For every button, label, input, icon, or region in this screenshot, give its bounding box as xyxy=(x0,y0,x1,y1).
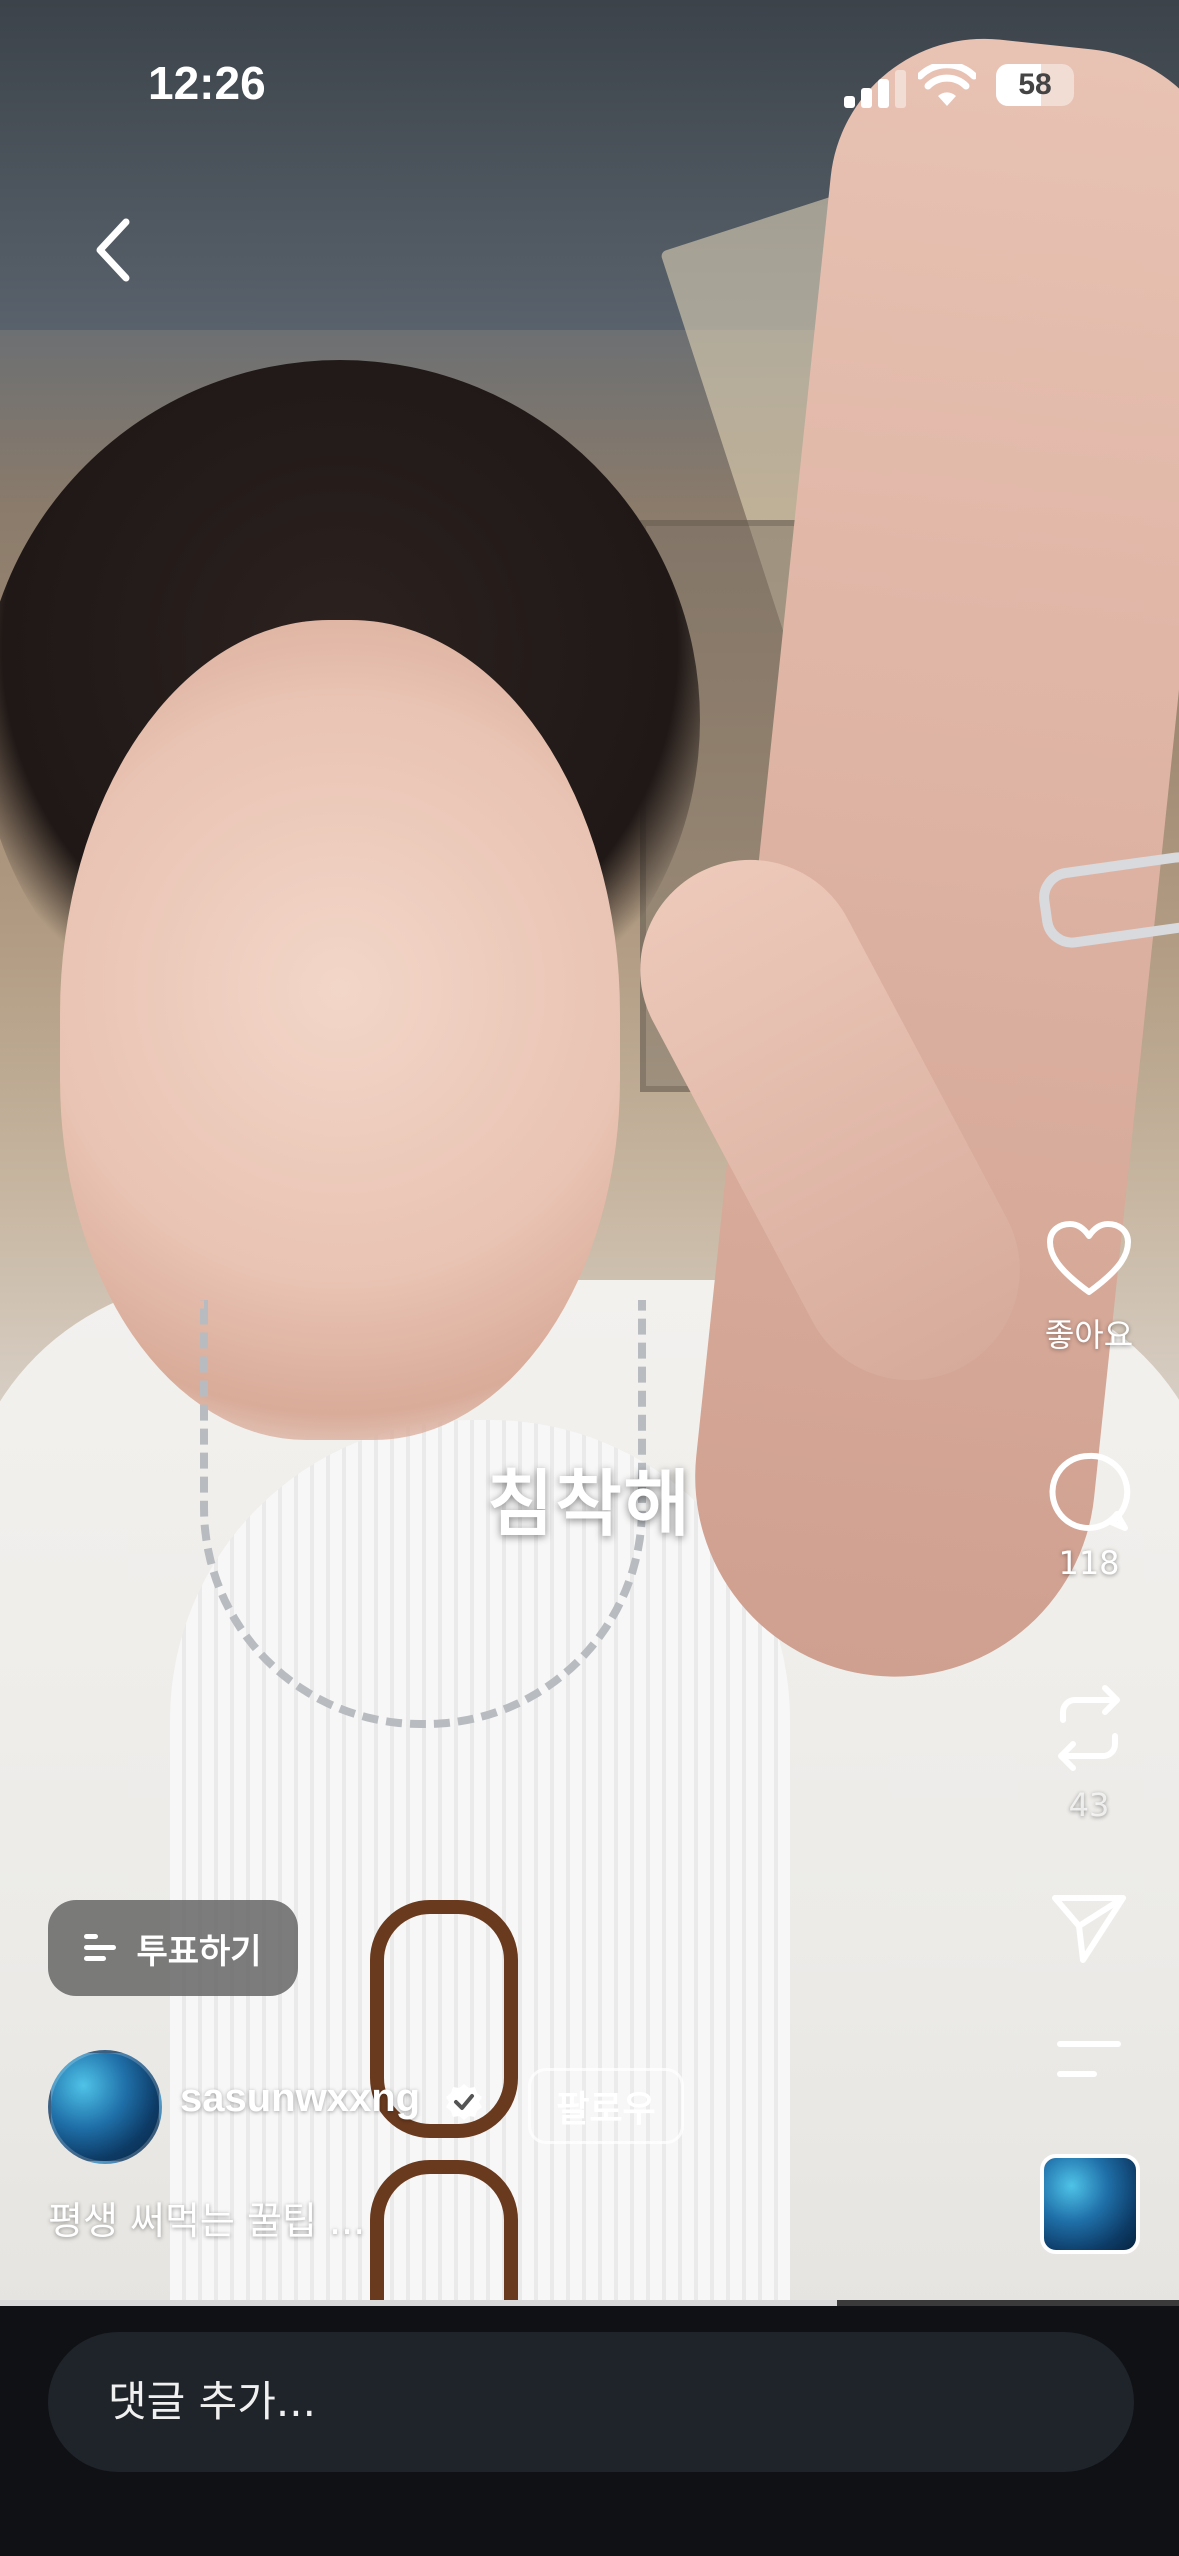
author-username[interactable]: sasunwxxng xyxy=(180,2076,420,2121)
repost-count: 43 xyxy=(1068,1786,1110,1824)
cellular-signal-icon xyxy=(844,70,908,108)
follow-button[interactable]: 팔로우 xyxy=(528,2068,684,2144)
poll-bars-icon xyxy=(84,1934,117,1962)
like-button[interactable]: 좋아요 xyxy=(999,1220,1179,1356)
comment-bar: 댓글 추가... xyxy=(0,2306,1179,2556)
post-description[interactable]: 평생 써먹는 꿀팁 ... xyxy=(48,2190,365,2245)
heart-icon xyxy=(1047,1221,1131,1295)
author-avatar[interactable] xyxy=(48,2050,162,2164)
comment-count: 118 xyxy=(1058,1544,1120,1582)
send-paper-plane-icon xyxy=(1052,1895,1126,1963)
comment-bubble-icon xyxy=(1049,1452,1131,1531)
like-label: 좋아요 xyxy=(1044,1316,1134,1354)
poll-label: 투표하기 xyxy=(136,1931,262,1972)
back-chevron-icon[interactable] xyxy=(80,210,150,290)
more-options-button[interactable] xyxy=(999,2038,1179,2082)
comment-button[interactable]: 118 xyxy=(999,1450,1179,1582)
poll-button[interactable]: 투표하기 xyxy=(48,1900,298,1996)
status-bar: 12:26 58 xyxy=(0,0,1179,150)
audio-thumbnail[interactable] xyxy=(1040,2154,1140,2254)
reels-screen: 12:26 58 침착해 좋아요 118 43 투표하기 sasunwxxng … xyxy=(0,0,1179,2556)
verified-badge-icon xyxy=(446,2084,482,2120)
menu-lines-icon xyxy=(1057,2041,1121,2077)
comment-placeholder: 댓글 추가... xyxy=(108,2377,316,2426)
share-button[interactable] xyxy=(999,1888,1179,1968)
repost-button[interactable]: 43 xyxy=(999,1680,1179,1824)
wifi-icon xyxy=(918,64,976,106)
battery-percent: 58 xyxy=(1018,68,1052,101)
comment-input[interactable]: 댓글 추가... xyxy=(48,2332,1134,2472)
status-time: 12:26 xyxy=(148,57,266,109)
battery-icon: 58 xyxy=(996,64,1074,106)
repost-icon xyxy=(1058,1685,1120,1771)
